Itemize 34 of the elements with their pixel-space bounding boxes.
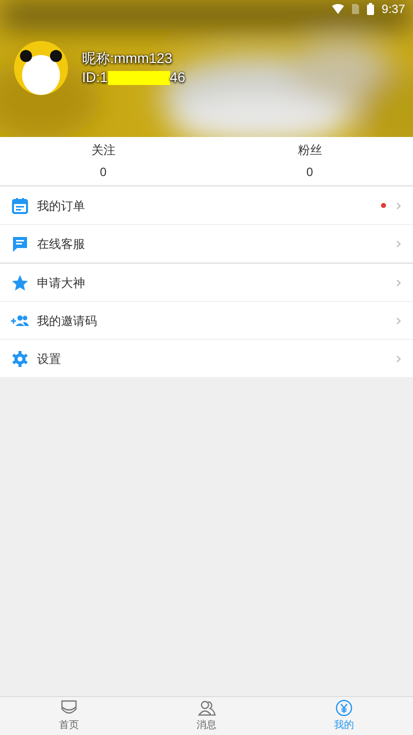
sim-icon bbox=[352, 4, 359, 14]
clock: 9:37 bbox=[382, 1, 405, 18]
menu-label: 申请大神 bbox=[37, 274, 85, 292]
menu-item[interactable]: 我的订单 bbox=[0, 187, 413, 225]
stat-label[interactable]: 关注 bbox=[91, 141, 116, 159]
stat-value: 0 bbox=[100, 164, 107, 181]
chevron-icon bbox=[396, 316, 401, 324]
star-icon bbox=[11, 274, 29, 292]
wifi-icon bbox=[332, 4, 344, 14]
chevron-icon bbox=[396, 202, 401, 210]
menu-label: 在线客服 bbox=[37, 236, 85, 252]
menu-item[interactable]: 设置 bbox=[0, 340, 413, 378]
stat-value: 0 bbox=[306, 164, 314, 181]
menu-item[interactable]: 我的邀请码 bbox=[0, 302, 413, 340]
coin-icon bbox=[335, 699, 354, 717]
chevron-icon bbox=[396, 240, 401, 248]
avatar bbox=[14, 41, 68, 95]
user-id: 46 bbox=[170, 68, 186, 87]
tab[interactable]: 消息 bbox=[138, 697, 276, 735]
redaction-mark bbox=[108, 70, 170, 84]
stat-label[interactable]: 粉丝 bbox=[298, 141, 322, 159]
people-icon bbox=[198, 699, 216, 717]
menu-label: 设置 bbox=[37, 350, 61, 368]
chevron-icon bbox=[396, 278, 401, 286]
menu-label: 我的邀请码 bbox=[37, 312, 97, 330]
menu-item[interactable]: 申请大神 bbox=[0, 264, 413, 302]
nickname: 昵称:mmm123 bbox=[82, 49, 174, 68]
user-id: ID:1 bbox=[82, 68, 108, 87]
chat-icon bbox=[11, 234, 29, 252]
calendar-icon bbox=[11, 196, 29, 214]
menu-label: 我的订单 bbox=[37, 198, 85, 214]
chevron-icon bbox=[396, 354, 401, 362]
tab[interactable]: 首页 bbox=[0, 697, 138, 735]
settings-icon bbox=[11, 350, 29, 368]
